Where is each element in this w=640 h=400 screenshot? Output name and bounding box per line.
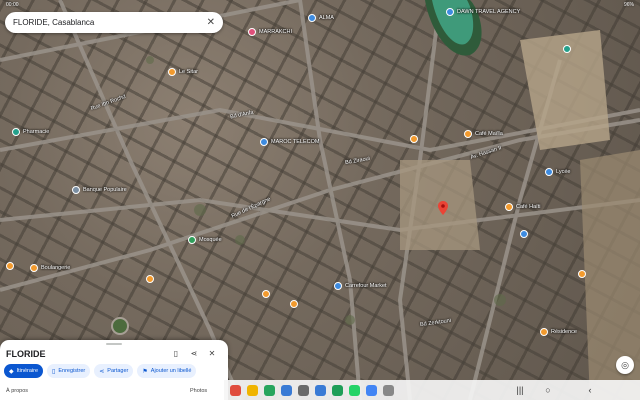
taskbar: ○ ‹ ||| xyxy=(224,380,640,400)
poi-marker[interactable]: MAROC TELECOM xyxy=(260,138,320,146)
app-icon[interactable] xyxy=(264,384,275,396)
place-icon xyxy=(578,270,586,278)
close-icon[interactable]: ✕ xyxy=(207,17,215,28)
home-icon[interactable]: ○ xyxy=(542,384,554,396)
poi-marker[interactable]: Le Sitar xyxy=(168,68,198,76)
share-icon[interactable]: ⋖ xyxy=(188,348,200,360)
poi-dot[interactable] xyxy=(410,135,418,143)
place-icon xyxy=(146,275,154,283)
pharmacy-icon xyxy=(12,128,20,136)
status-bar: 00:00 96% xyxy=(0,0,640,9)
back-icon[interactable]: ‹ xyxy=(584,384,596,396)
poi-marker[interactable]: DAWN TRAVEL AGENCY xyxy=(446,8,520,16)
place-icon xyxy=(520,230,528,238)
close-icon[interactable]: ✕ xyxy=(206,348,218,360)
poi-dot[interactable] xyxy=(520,230,528,238)
cafe-icon xyxy=(464,130,472,138)
poi-dot[interactable] xyxy=(262,290,270,298)
itinerary-button[interactable]: ◆ Itinéraire xyxy=(4,364,44,378)
poi-dot[interactable] xyxy=(578,270,586,278)
place-title: FLORIDE xyxy=(6,349,46,359)
app-icon[interactable] xyxy=(298,384,309,396)
shop-icon xyxy=(260,138,268,146)
share-icon: ⋖ xyxy=(99,368,105,375)
place-sheet[interactable]: FLORIDE ▯ ⋖ ✕ ◆ Itinéraire ▯ Enregistrer ⋖… xyxy=(0,340,228,400)
app-icon[interactable] xyxy=(332,384,343,396)
action-chips: ◆ Itinéraire ▯ Enregistrer ⋖ Partager ⚑ Ajou… xyxy=(4,364,197,378)
shop-icon xyxy=(334,282,342,290)
place-icon xyxy=(308,14,316,22)
poi-dot[interactable] xyxy=(6,262,14,270)
place-icon xyxy=(290,300,298,308)
app-icon[interactable] xyxy=(349,384,360,396)
restaurant-icon xyxy=(168,68,176,76)
app-icon[interactable] xyxy=(315,384,326,396)
search-bar[interactable]: FLORIDE, Casablanca ✕ xyxy=(5,12,223,33)
place-icon xyxy=(6,262,14,270)
place-icon xyxy=(446,8,454,16)
bank-icon xyxy=(72,186,80,194)
place-icon xyxy=(410,135,418,143)
my-location-icon[interactable]: ◎ xyxy=(616,356,634,374)
poi-marker[interactable]: Café Maïlla xyxy=(464,130,503,138)
status-time: 00:00 xyxy=(6,1,19,8)
poi-marker[interactable]: MARRAKCHI xyxy=(248,28,292,36)
place-icon xyxy=(563,45,571,53)
tab-about[interactable]: À propos xyxy=(6,388,28,394)
school-icon xyxy=(545,168,553,176)
location-pin-icon[interactable] xyxy=(438,201,448,215)
app-icon[interactable] xyxy=(281,384,292,396)
app-icon[interactable] xyxy=(230,384,241,396)
cafe-icon xyxy=(505,203,513,211)
poi-marker[interactable]: Mosquée xyxy=(188,236,222,244)
poi-marker[interactable]: Banque Populaire xyxy=(72,186,127,194)
poi-dot[interactable] xyxy=(290,300,298,308)
drag-handle[interactable] xyxy=(106,343,122,345)
poi-marker[interactable]: ALMA xyxy=(308,14,334,22)
poi-marker[interactable]: Lycée xyxy=(545,168,570,176)
status-battery: 96% xyxy=(623,1,634,8)
bookmark-icon[interactable]: ▯ xyxy=(170,348,182,360)
app-icon[interactable] xyxy=(247,384,258,396)
poi-dot[interactable] xyxy=(563,45,571,53)
poi-dot[interactable] xyxy=(146,275,154,283)
poi-marker[interactable]: Résidence xyxy=(540,328,577,336)
search-query[interactable]: FLORIDE, Casablanca xyxy=(13,18,207,27)
save-button[interactable]: ▯ Enregistrer xyxy=(47,364,91,378)
place-icon xyxy=(262,290,270,298)
add-label-button[interactable]: ⚑ Ajouter un libellé xyxy=(137,364,197,378)
app-icon[interactable] xyxy=(383,384,394,396)
recents-icon[interactable]: ||| xyxy=(514,384,526,396)
mosque-icon xyxy=(188,236,196,244)
poi-marker[interactable]: Boulangerie xyxy=(30,264,70,272)
poi-marker[interactable]: Carrefour Market xyxy=(334,282,387,290)
bookmark-icon: ▯ xyxy=(52,368,56,375)
place-icon xyxy=(248,28,256,36)
building-icon xyxy=(540,328,548,336)
bakery-icon xyxy=(30,264,38,272)
share-button[interactable]: ⋖ Partager xyxy=(94,364,134,378)
directions-icon: ◆ xyxy=(9,368,14,375)
app-icon[interactable] xyxy=(366,384,377,396)
poi-marker[interactable]: Café Haïti xyxy=(505,203,540,211)
poi-marker[interactable]: Pharmacie xyxy=(12,128,49,136)
tab-photos[interactable]: Photos xyxy=(190,388,207,394)
flag-icon: ⚑ xyxy=(142,368,148,375)
